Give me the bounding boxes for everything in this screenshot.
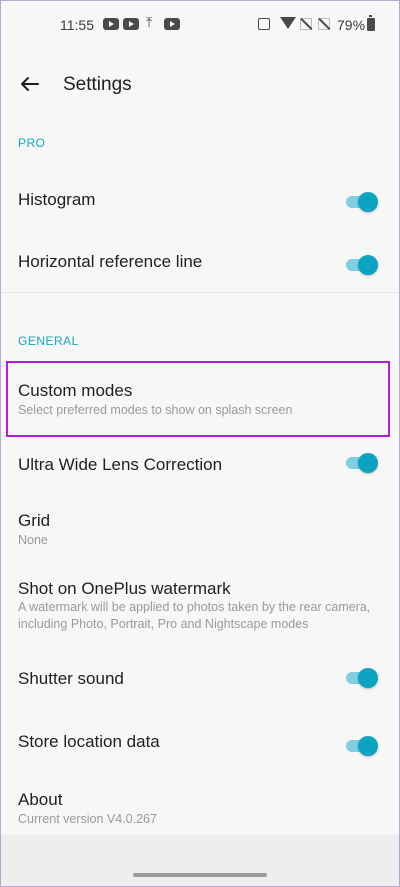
setting-title: Histogram [18, 190, 96, 209]
home-gesture-handle[interactable] [133, 873, 267, 877]
page-title: Settings [63, 74, 132, 95]
setting-title: Shot on OnePlus watermark [18, 579, 231, 598]
setting-title: Store location data [18, 732, 160, 751]
app-header: Settings [0, 48, 400, 124]
no-signal-icon [300, 18, 312, 30]
nfc-icon [258, 18, 270, 30]
store-location-data-toggle[interactable] [346, 735, 378, 757]
status-time: 11:55 [60, 17, 94, 33]
setting-store-location-data[interactable]: Store location data [0, 718, 400, 768]
setting-title: Shutter sound [18, 669, 124, 688]
setting-histogram[interactable]: Histogram [0, 170, 400, 232]
setting-grid[interactable]: Grid None [0, 500, 400, 560]
histogram-toggle[interactable] [346, 191, 378, 213]
setting-shot-on-oneplus-watermark[interactable]: Shot on OnePlus watermark A watermark wi… [0, 568, 400, 638]
section-label-pro: PRO [18, 136, 46, 150]
back-arrow-icon[interactable] [18, 72, 42, 96]
ultra-wide-lens-correction-toggle[interactable] [346, 452, 378, 474]
setting-title: Horizontal reference line [18, 252, 203, 271]
wifi-icon [280, 17, 296, 29]
setting-title: Grid [18, 511, 51, 530]
battery-icon [367, 15, 375, 31]
setting-shutter-sound[interactable]: Shutter sound [0, 655, 400, 705]
highlight-box [6, 361, 390, 437]
battery-percentage: 79% [337, 17, 366, 33]
shutter-sound-toggle[interactable] [346, 667, 378, 689]
setting-ultra-wide-lens-correction[interactable]: Ultra Wide Lens Correction [0, 440, 400, 490]
upload-icon: ⤒ [146, 14, 153, 30]
section-label-general: GENERAL [18, 334, 79, 348]
setting-horizontal-reference-line[interactable]: Horizontal reference line [0, 232, 400, 292]
no-signal-icon [318, 18, 330, 30]
setting-subtitle: A watermark will be applied to photos ta… [18, 600, 371, 631]
horizontal-reference-line-toggle[interactable] [346, 254, 378, 276]
setting-subtitle: Current version V4.0.267 [18, 812, 157, 826]
youtube-notification-icon [123, 18, 139, 30]
setting-about[interactable]: About Current version V4.0.267 [0, 778, 400, 830]
status-bar: 11:55 ⤒ 79% [0, 0, 400, 48]
setting-title: Ultra Wide Lens Correction [18, 455, 223, 474]
youtube-notification-icon [164, 18, 180, 30]
navigation-bar [0, 835, 400, 887]
section-divider [0, 292, 400, 293]
setting-title: About [18, 790, 63, 809]
youtube-notification-icon [103, 18, 119, 30]
setting-subtitle: None [18, 533, 48, 547]
